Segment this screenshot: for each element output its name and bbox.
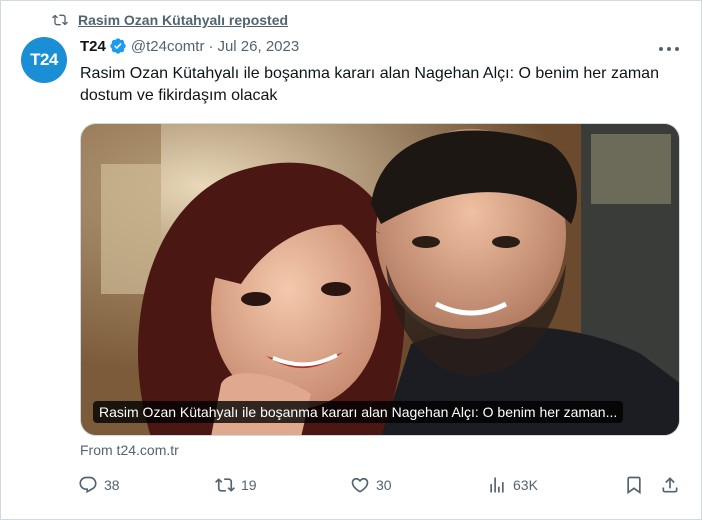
repost-count: 19 [241, 477, 257, 493]
separator-dot: · [208, 37, 214, 55]
author-name[interactable]: T24 [80, 38, 106, 55]
share-icon [662, 477, 678, 493]
views-button[interactable]: 63K [487, 475, 538, 495]
tweet-header: T24 @t24comtr · Jul 26, 2023 [80, 37, 299, 55]
repost-indicator: Rasim Ozan Kütahyalı reposted [52, 12, 288, 28]
media-card[interactable]: Rasim Ozan Kütahyalı ile boşanma kararı … [80, 123, 680, 436]
bookmark-icon [627, 476, 641, 495]
analytics-icon [490, 477, 504, 493]
bookmark-button[interactable] [624, 475, 644, 495]
heart-icon [351, 477, 369, 493]
repost-icon [52, 14, 68, 26]
view-count: 63K [513, 477, 538, 493]
media-caption: Rasim Ozan Kütahyalı ile boşanma kararı … [93, 401, 624, 423]
more-options-icon[interactable] [659, 42, 679, 56]
share-button[interactable] [660, 475, 680, 495]
link-source[interactable]: From t24.com.tr [80, 442, 179, 458]
repost-button[interactable]: 19 [215, 475, 257, 495]
avatar-text: T24 [30, 50, 58, 69]
tweet-date[interactable]: Jul 26, 2023 [217, 38, 299, 55]
reply-icon [79, 476, 97, 494]
action-bar: 38 19 30 63K [78, 475, 682, 499]
verified-badge-icon[interactable] [109, 37, 127, 55]
tweet-text: Rasim Ozan Kütahyalı ile boşanma kararı … [80, 65, 659, 104]
like-button[interactable]: 30 [350, 475, 392, 495]
photo-image [81, 124, 679, 435]
reply-button[interactable]: 38 [78, 475, 120, 495]
repost-label[interactable]: Rasim Ozan Kütahyalı reposted [78, 12, 288, 28]
author-handle[interactable]: @t24comtr [131, 38, 205, 55]
avatar[interactable]: T24 [21, 37, 67, 83]
reply-count: 38 [104, 477, 120, 493]
repost-icon [215, 478, 235, 492]
like-count: 30 [376, 477, 392, 493]
